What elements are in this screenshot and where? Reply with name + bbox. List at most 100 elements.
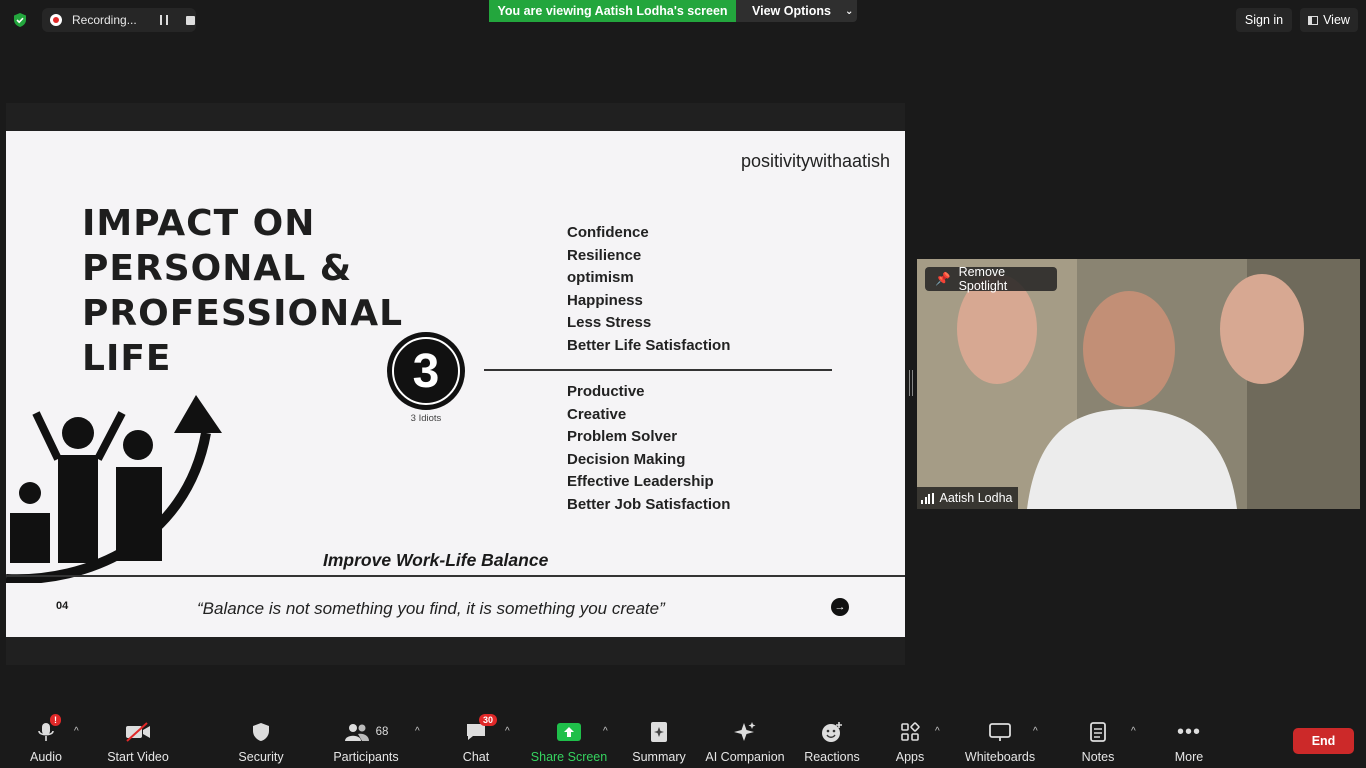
slide-quote: “Balance is not something you find, it i…: [197, 599, 665, 618]
badge-number: 3: [392, 337, 460, 405]
share-options-caret-icon[interactable]: ^: [603, 726, 608, 737]
meeting-top-bar: Recording... You are viewing Aatish Lodh…: [0, 0, 1366, 40]
view-layout-icon: [1308, 15, 1319, 25]
list-item: Confidence: [567, 224, 649, 241]
summary-icon: [649, 720, 669, 744]
reactions-button[interactable]: Reactions: [804, 720, 860, 766]
audio-alert-badge: !: [50, 714, 61, 726]
list-item: Happiness: [567, 291, 643, 309]
end-meeting-button[interactable]: End: [1293, 728, 1354, 754]
participant-video-feed: [917, 259, 1360, 509]
participants-label: Participants: [333, 750, 399, 764]
slide-page-number: 04: [56, 600, 69, 612]
audio-label: Audio: [30, 750, 62, 764]
whiteboards-options-caret-icon[interactable]: ^: [1033, 726, 1038, 737]
whiteboards-label: Whiteboards: [964, 750, 1036, 764]
badge-caption: 3 Idiots: [410, 413, 442, 424]
apps-label: Apps: [895, 750, 925, 764]
audio-options-caret-icon[interactable]: ^: [74, 726, 79, 737]
reactions-label: Reactions: [804, 750, 860, 764]
stop-recording-icon[interactable]: [186, 15, 195, 25]
view-options-label: View Options: [752, 4, 831, 18]
arrow-right-icon: →: [831, 598, 849, 616]
sparkle-icon: [733, 720, 757, 744]
panel-resize-handle[interactable]: [909, 370, 913, 396]
share-screen-button[interactable]: Share Screen: [530, 720, 608, 766]
participants-options-caret-icon[interactable]: ^: [415, 726, 420, 737]
apps-options-caret-icon[interactable]: ^: [935, 726, 940, 737]
whiteboards-button[interactable]: Whiteboards: [964, 720, 1036, 766]
list-item: Better Life Satisfaction: [567, 336, 731, 354]
balance-heading: Improve Work-Life Balance: [323, 550, 549, 570]
slide-title: IMPACT ON PERSONAL & PROFESSIONAL LIFE: [82, 201, 402, 381]
notes-options-caret-icon[interactable]: ^: [1131, 726, 1136, 737]
microphone-icon: !: [37, 714, 61, 744]
viewing-screen-banner: You are viewing Aatish Lodha's screen: [489, 0, 736, 22]
smiley-icon: [821, 720, 843, 744]
shield-icon: [252, 720, 270, 744]
summary-label: Summary: [632, 750, 686, 764]
meeting-toolbar: ! Audio ^ Start Video Security 68 Partic…: [0, 712, 1366, 768]
recording-label: Recording...: [72, 13, 137, 27]
recording-indicator: Recording...: [42, 8, 196, 32]
view-options-button[interactable]: View Options ⌄: [736, 0, 857, 22]
whiteboard-icon: [988, 720, 1012, 744]
chevron-down-icon: ⌄: [844, 5, 854, 17]
slide-title-line: IMPACT ON: [82, 203, 316, 244]
professional-benefits-list: Productive Creative Problem Solver Decis…: [567, 381, 730, 516]
view-label: View: [1323, 13, 1350, 27]
three-idiots-badge: 3: [387, 332, 465, 410]
share-screen-label: Share Screen: [530, 750, 608, 764]
audio-button[interactable]: ! Audio: [30, 714, 62, 766]
participant-video-tile[interactable]: 📌 Remove Spotlight Aatish Lodha: [917, 259, 1360, 509]
list-item: Productive: [567, 383, 645, 400]
chat-button[interactable]: 30 Chat: [460, 714, 497, 766]
pin-icon: 📌: [935, 271, 951, 286]
personal-benefits-list: Confidence Resilience optimism Happiness…: [567, 222, 730, 357]
more-button[interactable]: ••• More: [1172, 720, 1206, 766]
list-item: Decision Making: [567, 450, 686, 468]
list-item: Problem Solver: [567, 428, 678, 445]
shared-screen[interactable]: positivitywithaatish IMPACT ON PERSONAL …: [6, 103, 905, 665]
view-button[interactable]: View: [1300, 8, 1358, 32]
record-dot-icon: [50, 14, 62, 26]
participants-button[interactable]: 68 Participants: [333, 720, 399, 766]
remove-spotlight-label: Remove Spotlight: [958, 265, 1008, 293]
list-item: Creative: [567, 405, 627, 423]
notes-button[interactable]: Notes: [1081, 720, 1115, 766]
chat-options-caret-icon[interactable]: ^: [505, 726, 510, 737]
slide-brand: positivitywithaatish: [740, 151, 890, 171]
apps-button[interactable]: Apps: [895, 720, 925, 766]
participant-name: Aatish Lodha: [939, 491, 1013, 505]
video-off-icon: [125, 720, 151, 744]
slide-title-line: PERSONAL &: [82, 248, 353, 289]
apps-icon: [900, 720, 920, 744]
chat-bubble-icon: 30: [465, 714, 497, 744]
remove-spotlight-button[interactable]: 📌 Remove Spotlight: [925, 265, 1057, 293]
success-people-illustration: [6, 395, 222, 583]
more-label: More: [1174, 750, 1204, 764]
pause-recording-icon[interactable]: [160, 15, 168, 25]
participant-name-tag: Aatish Lodha: [917, 487, 1019, 509]
presentation-slide: positivitywithaatish IMPACT ON PERSONAL …: [6, 131, 905, 637]
notes-label: Notes: [1081, 750, 1115, 764]
notes-icon: [1089, 720, 1107, 744]
start-video-button[interactable]: Start Video: [107, 720, 169, 766]
list-item: Resilience: [567, 246, 642, 264]
encryption-shield-icon[interactable]: [12, 12, 28, 28]
list-item: optimism: [567, 269, 634, 286]
security-label: Security: [238, 750, 284, 764]
list-divider: [484, 369, 832, 371]
security-button[interactable]: Security: [238, 720, 284, 766]
participants-count: 68: [375, 726, 389, 738]
ai-companion-button[interactable]: AI Companion: [705, 720, 785, 766]
summary-button[interactable]: Summary: [632, 720, 686, 766]
chat-unread-badge: 30: [478, 714, 497, 726]
sign-in-button[interactable]: Sign in: [1236, 8, 1292, 32]
list-item: Effective Leadership: [567, 473, 714, 490]
people-icon: [344, 724, 369, 741]
chat-label: Chat: [462, 750, 490, 764]
ai-companion-label: AI Companion: [705, 750, 785, 764]
participants-icon-group: 68: [344, 720, 389, 744]
list-item: Less Stress: [567, 314, 652, 331]
